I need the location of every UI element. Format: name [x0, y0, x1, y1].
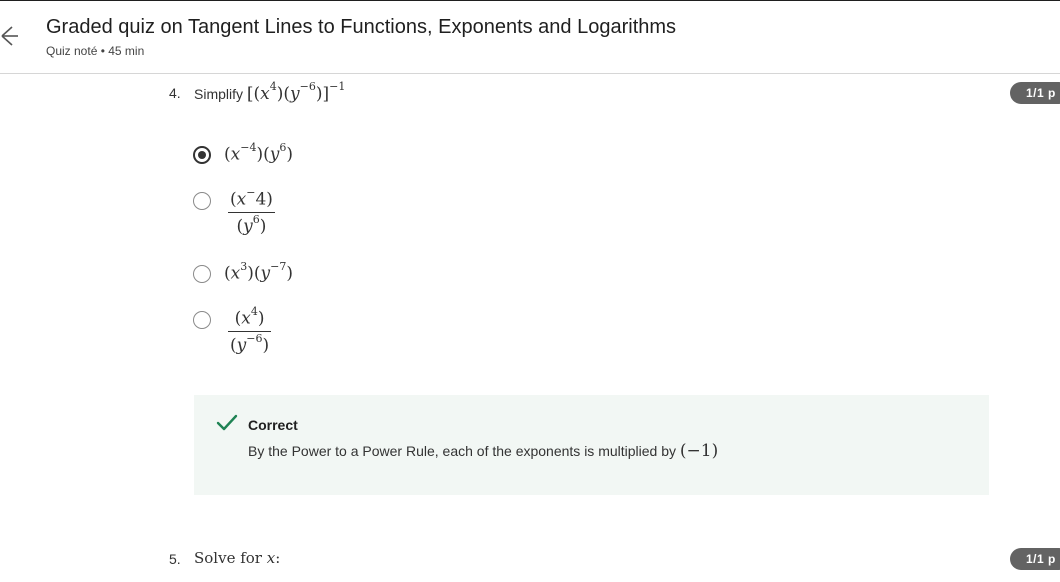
question-expression: [(x4)(y−6)]−1: [246, 80, 346, 104]
feedback-explanation: By the Power to a Power Rule, each of th…: [248, 441, 718, 461]
question-prompt: Solve for x:: [194, 549, 281, 567]
radio-button-selected[interactable]: [193, 146, 211, 164]
question-prompt-label: Simplify: [194, 86, 244, 102]
radio-button[interactable]: [193, 311, 211, 329]
fraction-numerator: (x−4): [230, 186, 273, 210]
question-number: 5.: [169, 551, 181, 567]
fraction-denominator: (y6): [236, 212, 267, 237]
feedback-status: Correct: [248, 417, 298, 433]
question-prompt: Simplify [(x4)(y−6)]−1: [194, 80, 345, 104]
option-expression: (x3)(y−7): [224, 260, 293, 284]
question-number: 4.: [169, 85, 181, 101]
feedback-panel: Correct By the Power to a Power Rule, ea…: [194, 395, 989, 495]
feedback-text: By the Power to a Power Rule, each of th…: [248, 443, 677, 459]
feedback-math: (−1): [679, 441, 719, 461]
page-title: Graded quiz on Tangent Lines to Function…: [46, 16, 677, 38]
quiz-meta: Quiz noté • 45 min: [46, 44, 145, 58]
option-fraction: (x4) (y−6): [228, 305, 272, 356]
fraction-bar: [228, 211, 275, 213]
arrow-left-icon[interactable]: [0, 21, 20, 51]
points-badge: 1/1 p: [1010, 548, 1060, 570]
option-expression: (x−4)(y6): [224, 141, 293, 165]
radio-button[interactable]: [193, 265, 211, 283]
fraction-numerator: (x4): [234, 305, 265, 329]
checkmark-icon: [216, 414, 238, 431]
radio-button[interactable]: [193, 192, 211, 210]
option-fraction: (x−4) (y6): [228, 186, 275, 237]
fraction-denominator: (y−6): [230, 331, 270, 356]
quiz-header: Graded quiz on Tangent Lines to Function…: [0, 1, 1060, 74]
points-badge: 1/1 p: [1010, 82, 1060, 104]
